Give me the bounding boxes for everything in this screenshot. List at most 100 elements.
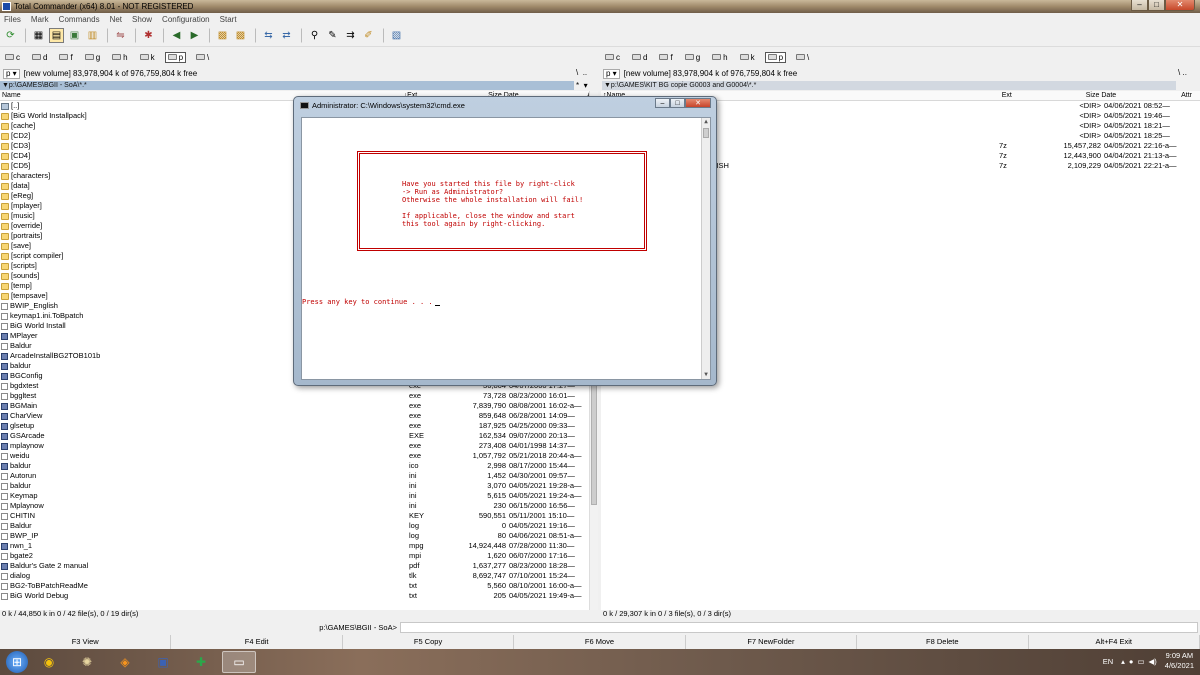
avast-icon[interactable]: ◈ (108, 651, 142, 673)
table-row[interactable]: weidu exe 1,057,792 05/21/2018 20:44-a— (0, 451, 598, 461)
sync-dirs-icon[interactable]: ⇉ (343, 28, 358, 43)
drive-g-button[interactable]: g (683, 52, 702, 63)
menu-commands[interactable]: Commands (59, 15, 100, 24)
close-button[interactable]: ✕ (1165, 0, 1195, 11)
menu-start[interactable]: Start (220, 15, 237, 24)
table-row[interactable]: Baldur's Gate 2 manual pdf 1,637,277 08/23/… (0, 561, 598, 571)
green-plus-icon[interactable]: ✚ (184, 651, 218, 673)
f8-delete-button[interactable]: F8 Delete (857, 635, 1029, 649)
refresh-icon[interactable]: ⟳ (3, 28, 18, 43)
invert-selection-icon[interactable]: ⇋ (113, 28, 128, 43)
drive-h-button[interactable]: h (110, 52, 129, 63)
table-row[interactable]: glsetup exe 187,925 04/25/2000 09:33— (0, 421, 598, 431)
table-row[interactable]: GSArcade EXE 162,534 09/07/2000 20:13— (0, 431, 598, 441)
table-row[interactable]: baldur ico 2,998 08/17/2000 15:44— (0, 461, 598, 471)
thumbnail-view-icon[interactable]: ▣ (67, 28, 82, 43)
drive-k-button[interactable]: k (738, 52, 757, 63)
table-row[interactable]: nwn_1 mpg 14,924,448 07/28/2000 11:30— (0, 541, 598, 551)
f5-copy-button[interactable]: F5 Copy (343, 635, 515, 649)
left-drive-combo[interactable]: p ▾ (3, 68, 20, 79)
drive-p-button[interactable]: p (764, 51, 787, 63)
help-icon[interactable]: ▧ (389, 28, 404, 43)
right-path-bar[interactable]: ▼p:\GAMES\KIT BG copie G0003 and G0004\*… (602, 81, 1176, 90)
menu-files[interactable]: Files (4, 15, 21, 24)
table-row[interactable]: Baldur log 0 04/05/2021 19:16— (0, 521, 598, 531)
chrome-icon[interactable]: ◉ (32, 651, 66, 673)
clock[interactable]: 9:09 AM 4/6/2021 (1165, 651, 1194, 671)
table-row[interactable]: baldur ini 3,070 04/05/2021 19:28-a— (0, 481, 598, 491)
notepad-icon[interactable]: ✐ (361, 28, 376, 43)
forward-icon[interactable]: ▶ (187, 28, 202, 43)
drive-k-button[interactable]: k (138, 52, 157, 63)
f3-view-button[interactable]: F3 View (0, 635, 172, 649)
drive-f-button[interactable]: f (57, 52, 74, 63)
table-row[interactable]: BiG World Debug txt 205 04/05/2021 19:49-a— (0, 591, 598, 601)
help-circle-icon[interactable]: ● (1129, 657, 1134, 666)
f4-edit-button[interactable]: F4 Edit (171, 635, 343, 649)
menu-net[interactable]: Net (110, 15, 122, 24)
drive-h-button[interactable]: h (710, 52, 729, 63)
table-row[interactable]: BGMain exe 7,839,790 08/08/2001 16:02-a— (0, 401, 598, 411)
menu-mark[interactable]: Mark (31, 15, 49, 24)
console-output[interactable]: Have you started this file by right-clic… (301, 117, 711, 380)
col-date-header[interactable]: Date (1099, 91, 1179, 100)
command-input[interactable] (400, 621, 1198, 633)
cmd-maximize-button[interactable]: □ (670, 98, 685, 108)
app-icon[interactable]: ✺ (70, 651, 104, 673)
altf4-exit-button[interactable]: Alt+F4 Exit (1029, 635, 1200, 649)
table-row[interactable]: dialog tlk 8,692,747 07/10/2001 15:24— (0, 571, 598, 581)
cmd-taskbar-icon[interactable]: ▭ (222, 651, 256, 673)
language-indicator[interactable]: EN (1103, 657, 1113, 666)
cmd-scrollbar-thumb[interactable] (703, 128, 709, 138)
floppy-icon[interactable]: ▣ (146, 651, 180, 673)
network-icon[interactable]: ▭ (1137, 657, 1144, 666)
root-dir-button[interactable]: \ (576, 68, 578, 77)
brief-view-icon[interactable]: ▤ (49, 28, 64, 43)
table-row[interactable]: bgate2 mpi 1,620 06/07/2000 17:16— (0, 551, 598, 561)
history-button[interactable]: * (576, 81, 579, 90)
network-drive-button[interactable]: \ (194, 52, 211, 63)
drive-g-button[interactable]: g (83, 52, 102, 63)
cmd-close-button[interactable]: ✕ (685, 98, 711, 108)
menu-show[interactable]: Show (132, 15, 152, 24)
parent-dir-button[interactable]: .. (1182, 68, 1186, 77)
root-dir-button[interactable]: \ (1178, 68, 1180, 77)
table-row[interactable]: mplaynow exe 273,408 04/01/1998 14:37— (0, 441, 598, 451)
back-icon[interactable]: ◀ (169, 28, 184, 43)
ftp-connect-icon[interactable]: ⇆ (261, 28, 276, 43)
table-row[interactable]: BWP_IP log 80 04/06/2021 08:51-a— (0, 531, 598, 541)
volume-icon[interactable]: ◀) (1149, 657, 1157, 666)
table-row[interactable]: CharView exe 859,648 06/28/2001 14:09— (0, 411, 598, 421)
cmd-scrollbar[interactable]: ▲ ▼ (701, 118, 710, 379)
dropdown-button[interactable]: ▾ (584, 81, 588, 90)
col-ext-header[interactable]: Ext (1000, 91, 1030, 100)
icons-view-icon[interactable]: ▦ (31, 28, 46, 43)
tree-view-icon[interactable]: ▥ (85, 28, 100, 43)
drive-f-button[interactable]: f (657, 52, 674, 63)
pack-files-icon[interactable]: ▩ (215, 28, 230, 43)
cmd-minimize-button[interactable]: – (655, 98, 670, 108)
col-attr-header[interactable]: Attr (1179, 91, 1200, 100)
drive-d-button[interactable]: d (630, 52, 649, 63)
f7-newfolder-button[interactable]: F7 NewFolder (686, 635, 858, 649)
drive-c-button[interactable]: c (3, 52, 22, 63)
unpack-files-icon[interactable]: ▩ (233, 28, 248, 43)
pack-icon[interactable]: ✱ (141, 28, 156, 43)
left-path-bar[interactable]: ▼p:\GAMES\BGII - SoA\*.* (0, 81, 574, 90)
drive-c-button[interactable]: c (603, 52, 622, 63)
table-row[interactable]: Autorun ini 1,452 04/30/2001 09:57— (0, 471, 598, 481)
col-size-header[interactable]: Size (1030, 91, 1100, 100)
ftp-new-connection-icon[interactable]: ⇄ (279, 28, 294, 43)
table-row[interactable]: bggltest exe 73,728 08/23/2000 16:01— (0, 391, 598, 401)
start-button[interactable]: ⊞ (6, 651, 28, 673)
minimize-button[interactable]: – (1131, 0, 1148, 11)
tray-chevron-icon[interactable]: ▴ (1121, 657, 1125, 666)
table-row[interactable]: Keymap ini 5,615 04/05/2021 19:24-a— (0, 491, 598, 501)
scroll-down-icon[interactable]: ▼ (702, 371, 710, 379)
table-row[interactable]: CHITIN KEY 590,551 05/11/2001 15:10— (0, 511, 598, 521)
scroll-up-icon[interactable]: ▲ (702, 118, 710, 126)
right-drive-combo[interactable]: p ▾ (603, 68, 620, 79)
menu-configuration[interactable]: Configuration (162, 15, 210, 24)
f6-move-button[interactable]: F6 Move (514, 635, 686, 649)
cmd-window[interactable]: Administrator: C:\Windows\system32\cmd.e… (293, 96, 717, 386)
